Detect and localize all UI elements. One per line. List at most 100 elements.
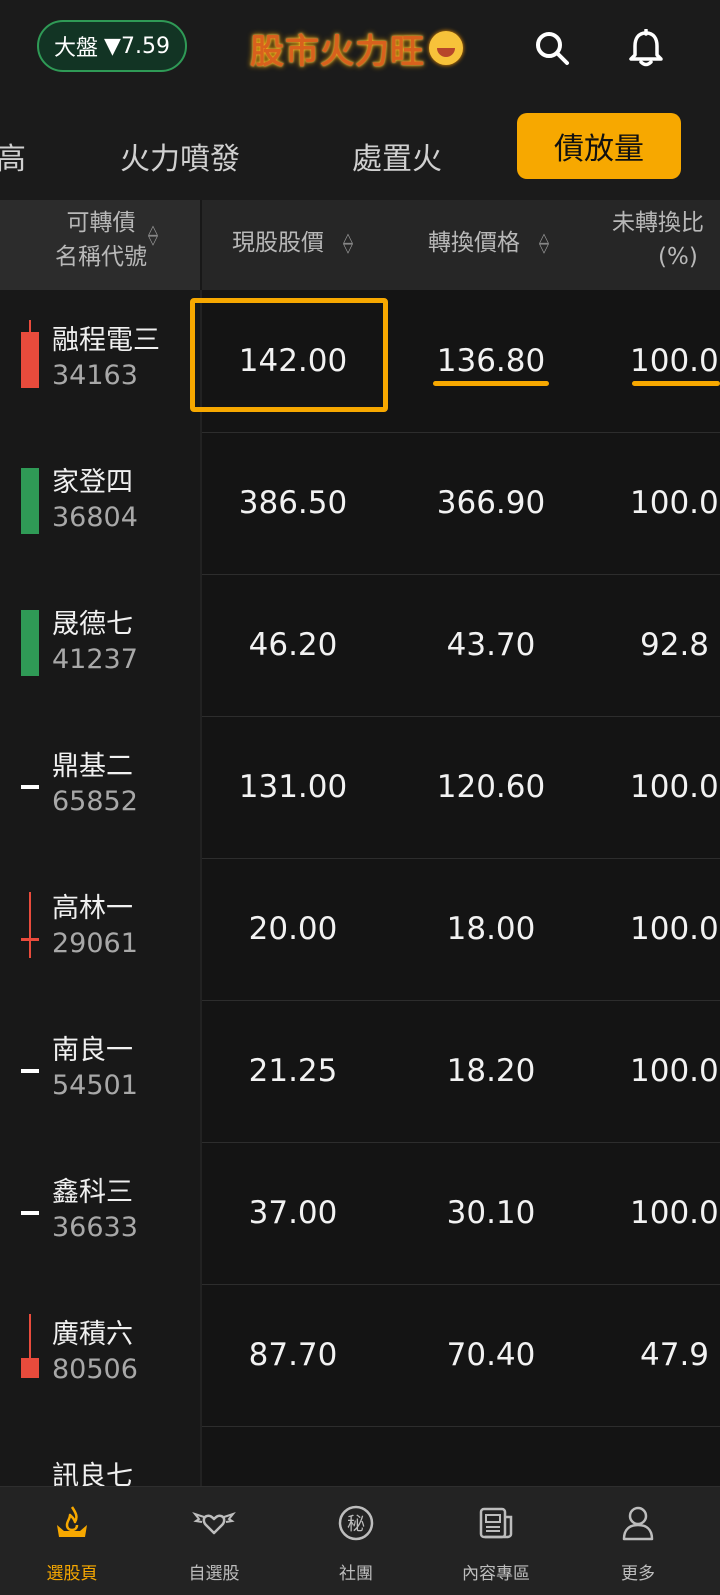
- bond-code: 41237: [52, 644, 138, 675]
- table-row[interactable]: 晟德七 41237 46.20 43.70 92.8: [0, 574, 720, 717]
- stock-price-cell: 20.00: [248, 911, 338, 947]
- nav-label: 自選股: [188, 1564, 240, 1584]
- tab-high[interactable]: 高: [0, 134, 26, 178]
- column-header-conversion-price[interactable]: 轉換價格: [428, 226, 520, 260]
- conversion-price-cell: 70.40: [446, 1337, 536, 1373]
- app-logo-text: 股市火力旺: [250, 31, 425, 72]
- sort-arrows-icon: △ ▽: [343, 231, 353, 256]
- unconverted-ratio-cell: 100.0: [630, 769, 719, 805]
- tab-firepower-burst[interactable]: 火力噴發: [120, 134, 240, 178]
- row-name-cell: 鼎基二 65852: [0, 716, 202, 859]
- candlestick-icon: [21, 892, 39, 958]
- stock-price-cell: 37.00: [248, 1195, 338, 1231]
- table-row[interactable]: 鑫科三 36633 37.00 30.10 100.0: [0, 1142, 720, 1285]
- candlestick-icon: [21, 468, 39, 534]
- newspaper-icon: [479, 1507, 513, 1539]
- unconverted-ratio-cell: 100.0: [630, 1195, 719, 1231]
- table-row[interactable]: 廣積六 80506 87.70 70.40 47.9: [0, 1284, 720, 1427]
- nav-content[interactable]: 內容專區: [424, 1487, 568, 1595]
- bond-code: 54501: [52, 1070, 138, 1101]
- notification-button[interactable]: [620, 22, 672, 74]
- search-button[interactable]: [526, 22, 578, 74]
- conversion-price-cell: 18.20: [446, 1053, 536, 1089]
- bottom-navigation: 選股頁 自選股 秘 社團 內容專區 更多: [0, 1486, 720, 1595]
- winged-heart-icon: [192, 1511, 236, 1535]
- unconverted-ratio-cell: 100.0: [630, 485, 719, 521]
- table-row[interactable]: 南良一 54501 21.25 18.20 100.0: [0, 1000, 720, 1143]
- sort-arrows-icon: △ ▽: [539, 231, 549, 256]
- table-row[interactable]: 鼎基二 65852 131.00 120.60 100.0: [0, 716, 720, 859]
- category-tabs: 高 火力噴發 處置火 債放量: [0, 96, 720, 200]
- app-logo: 股市火力旺: [250, 24, 463, 72]
- column-header-stock-price-label: 現股股價: [232, 230, 324, 256]
- column-header-conversion-price-label: 轉換價格: [428, 230, 520, 256]
- stock-price-cell: 46.20: [248, 627, 338, 663]
- column-header-stock-price[interactable]: 現股股價: [232, 226, 324, 260]
- person-icon: [622, 1506, 654, 1541]
- nav-more[interactable]: 更多: [566, 1487, 710, 1595]
- search-icon: [536, 32, 569, 65]
- row-name-cell: 廣積六 80506: [0, 1284, 202, 1427]
- nav-label: 選股頁: [46, 1564, 98, 1584]
- tab-bond-volume[interactable]: 債放量: [517, 113, 681, 179]
- row-name-cell: 訊良七: [0, 1426, 202, 1486]
- unconverted-ratio-cell: 47.9: [640, 1337, 710, 1373]
- bond-name: 家登四: [52, 467, 133, 498]
- nav-label: 內容專區: [462, 1564, 530, 1584]
- candlestick-icon: [21, 320, 39, 388]
- bond-name: 高林一: [52, 893, 133, 924]
- bond-name: 廣積六: [52, 1319, 133, 1350]
- market-index-pill[interactable]: 大盤 ▼7.59: [37, 20, 187, 72]
- bond-code: 80506: [52, 1354, 138, 1385]
- bond-name: 融程電三: [52, 325, 160, 356]
- table-row[interactable]: 家登四 36804 386.50 366.90 100.0: [0, 432, 720, 575]
- row-name-cell: 鑫科三 36633: [0, 1142, 202, 1285]
- nav-label: 更多: [621, 1564, 655, 1584]
- top-bar: 大盤 ▼7.59 股市火力旺: [0, 0, 720, 96]
- column-header-name-line1: 可轉債: [66, 210, 136, 236]
- bond-code: 65852: [52, 786, 138, 817]
- unconverted-ratio-underline: [632, 381, 720, 386]
- conversion-price-cell: 43.70: [446, 627, 536, 663]
- bond-table-body: 融程電三 34163 142.00 136.80 100.0 家登四 36804…: [0, 290, 720, 1486]
- nav-watchlist[interactable]: 自選股: [142, 1487, 286, 1595]
- bond-name: 南良一: [52, 1035, 133, 1066]
- column-header-unconverted-ratio-line1: 未轉換比: [612, 210, 704, 236]
- fire-hand-icon: [57, 1506, 87, 1537]
- highlight-box: [190, 298, 388, 412]
- row-name-cell: 家登四 36804: [0, 432, 202, 575]
- nav-label: 社團: [339, 1564, 373, 1584]
- conversion-price-cell: 18.00: [446, 911, 536, 947]
- sort-arrows-icon: △ ▽: [148, 223, 158, 248]
- tab-disposition-fire[interactable]: 處置火: [352, 134, 442, 178]
- candlestick-icon: [21, 1069, 39, 1073]
- row-name-cell: 晟德七 41237: [0, 574, 202, 717]
- smiley-icon: [429, 31, 463, 65]
- column-header-unconverted-ratio-line2: (%): [658, 244, 698, 270]
- bond-code: 34163: [52, 360, 138, 391]
- column-header-name[interactable]: 可轉債 名稱代號: [36, 206, 166, 274]
- bond-code: 36804: [52, 502, 138, 533]
- row-name-cell: 高林一 29061: [0, 858, 202, 1001]
- unconverted-ratio-cell: 100.0: [630, 911, 719, 947]
- column-header-unconverted-ratio[interactable]: 未轉換比 (%): [612, 206, 720, 274]
- unconverted-ratio-cell: 100.0: [630, 1053, 719, 1089]
- stock-price-cell: 21.25: [248, 1053, 338, 1089]
- table-header: 可轉債 名稱代號 △ ▽ 現股股價 △ ▽ 轉換價格 △ ▽ 未轉換比 (%): [0, 200, 720, 290]
- bond-code: 29061: [52, 928, 138, 959]
- stock-price-cell: 131.00: [238, 769, 348, 805]
- unconverted-ratio-cell: 100.0: [630, 343, 719, 379]
- candlestick-icon: [21, 785, 39, 789]
- stock-price-cell: 87.70: [248, 1337, 338, 1373]
- conversion-price-underline: [433, 381, 549, 386]
- row-name-cell: 南良一 54501: [0, 1000, 202, 1143]
- table-row[interactable]: 訊良七: [0, 1426, 720, 1486]
- table-row[interactable]: 高林一 29061 20.00 18.00 100.0: [0, 858, 720, 1001]
- bond-code: 36633: [52, 1212, 138, 1243]
- nav-community[interactable]: 秘 社團: [284, 1487, 428, 1595]
- market-index-change: ▼7.59: [104, 33, 170, 59]
- conversion-price-cell: 366.90: [436, 485, 546, 521]
- bond-name: 訊良七: [52, 1461, 133, 1486]
- unconverted-ratio-cell: 92.8: [640, 627, 710, 663]
- nav-stock-picker[interactable]: 選股頁: [0, 1487, 144, 1595]
